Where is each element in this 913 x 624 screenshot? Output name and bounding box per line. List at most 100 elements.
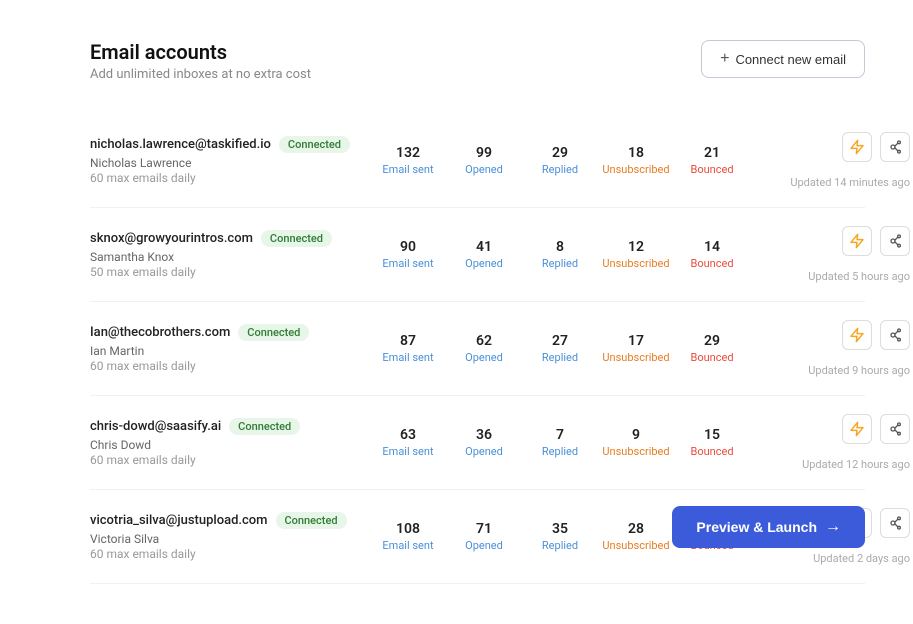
page-header: Email accounts Add unlimited inboxes at … [90,40,865,82]
header-text: Email accounts Add unlimited inboxes at … [90,40,311,82]
status-badge: Connected [276,512,347,529]
account-limit: 60 max emails daily [90,171,370,185]
stat-label-opened: Opened [446,351,522,364]
stat-label-email-sent: Email sent [370,539,446,552]
stat-label-replied: Replied [522,163,598,176]
account-stats: 87 Email sent 62 Opened 27 Replied 17 Un… [370,333,750,364]
lightning-icon [849,327,865,343]
stat-value-replied: 35 [522,521,598,537]
stat-unsubscribed: 17 Unsubscribed [598,333,674,364]
account-actions: Updated 14 minutes ago [750,132,910,189]
connect-new-email-button[interactable]: + Connect new email [701,40,865,78]
lightning-icon-button[interactable] [842,414,872,444]
stat-label-opened: Opened [446,539,522,552]
stat-label-replied: Replied [522,445,598,458]
account-row: chris-dowd@saasify.ai Connected Chris Do… [90,396,865,490]
stat-value-replied: 29 [522,145,598,161]
account-row: sknox@growyourintros.com Connected Saman… [90,208,865,302]
stat-label-email-sent: Email sent [370,351,446,364]
account-info: chris-dowd@saasify.ai Connected Chris Do… [90,418,370,467]
stat-replied: 27 Replied [522,333,598,364]
account-row: nicholas.lawrence@taskified.io Connected… [90,114,865,208]
stat-value-email-sent: 132 [370,145,446,161]
stat-opened: 62 Opened [446,333,522,364]
account-email: chris-dowd@saasify.ai [90,419,221,434]
stat-value-opened: 99 [446,145,522,161]
connection-icon-button[interactable] [880,226,910,256]
status-badge: Connected [238,324,309,341]
updated-text: Updated 9 hours ago [808,364,910,377]
lightning-icon-button[interactable] [842,320,872,350]
page-title: Email accounts [90,40,311,64]
stat-unsubscribed: 9 Unsubscribed [598,427,674,458]
plus-icon: + [720,50,729,68]
lightning-icon [849,233,865,249]
stat-label-bounced: Bounced [674,257,750,270]
lightning-icon-button[interactable] [842,132,872,162]
connection-icon-button[interactable] [880,320,910,350]
connection-icon [887,515,903,531]
stat-value-unsubscribed: 12 [598,239,674,255]
updated-text: Updated 14 minutes ago [790,176,910,189]
connect-button-label: Connect new email [735,52,846,67]
account-stats: 90 Email sent 41 Opened 8 Replied 12 Uns… [370,239,750,270]
stat-opened: 41 Opened [446,239,522,270]
actions-icons [842,226,910,256]
lightning-icon [849,139,865,155]
account-email: vicotria_silva@justupload.com [90,513,268,528]
account-name: Victoria Silva [90,532,370,546]
stat-value-email-sent: 63 [370,427,446,443]
stat-label-unsubscribed: Unsubscribed [598,445,674,458]
preview-launch-button[interactable]: Preview & Launch → [672,506,865,548]
stat-replied: 8 Replied [522,239,598,270]
account-limit: 60 max emails daily [90,453,370,467]
account-name: Chris Dowd [90,438,370,452]
connection-icon-button[interactable] [880,508,910,538]
updated-text: Updated 5 hours ago [808,270,910,283]
stat-value-unsubscribed: 28 [598,521,674,537]
connection-icon-button[interactable] [880,414,910,444]
account-info: nicholas.lawrence@taskified.io Connected… [90,136,370,185]
stat-value-replied: 7 [522,427,598,443]
status-badge: Connected [261,230,332,247]
account-actions: Updated 5 hours ago [750,226,910,283]
stat-email-sent: 108 Email sent [370,521,446,552]
account-email: nicholas.lawrence@taskified.io [90,137,271,152]
connection-icon-button[interactable] [880,132,910,162]
connection-icon [887,233,903,249]
stat-email-sent: 63 Email sent [370,427,446,458]
account-name: Samantha Knox [90,250,370,264]
account-info: vicotria_silva@justupload.com Connected … [90,512,370,561]
stat-opened: 99 Opened [446,145,522,176]
account-info: sknox@growyourintros.com Connected Saman… [90,230,370,279]
stat-value-bounced: 21 [674,145,750,161]
lightning-icon-button[interactable] [842,226,872,256]
stat-label-email-sent: Email sent [370,445,446,458]
stat-opened: 36 Opened [446,427,522,458]
page-subtitle: Add unlimited inboxes at no extra cost [90,67,311,82]
account-row: Ian@thecobrothers.com Connected Ian Mart… [90,302,865,396]
account-info: Ian@thecobrothers.com Connected Ian Mart… [90,324,370,373]
account-name: Ian Martin [90,344,370,358]
stat-value-unsubscribed: 17 [598,333,674,349]
stat-bounced: 29 Bounced [674,333,750,364]
stat-value-unsubscribed: 9 [598,427,674,443]
account-email: Ian@thecobrothers.com [90,325,230,340]
stat-replied: 29 Replied [522,145,598,176]
preview-launch-label: Preview & Launch [696,519,817,535]
stat-value-bounced: 14 [674,239,750,255]
stat-unsubscribed: 12 Unsubscribed [598,239,674,270]
stat-label-replied: Replied [522,257,598,270]
stat-replied: 35 Replied [522,521,598,552]
stat-label-unsubscribed: Unsubscribed [598,351,674,364]
stat-email-sent: 132 Email sent [370,145,446,176]
account-limit: 60 max emails daily [90,547,370,561]
actions-icons [842,320,910,350]
stat-label-email-sent: Email sent [370,257,446,270]
updated-text: Updated 12 hours ago [802,458,910,471]
stat-value-opened: 71 [446,521,522,537]
updated-text: Updated 2 days ago [813,552,910,565]
stat-value-unsubscribed: 18 [598,145,674,161]
stat-label-unsubscribed: Unsubscribed [598,257,674,270]
stat-value-replied: 27 [522,333,598,349]
